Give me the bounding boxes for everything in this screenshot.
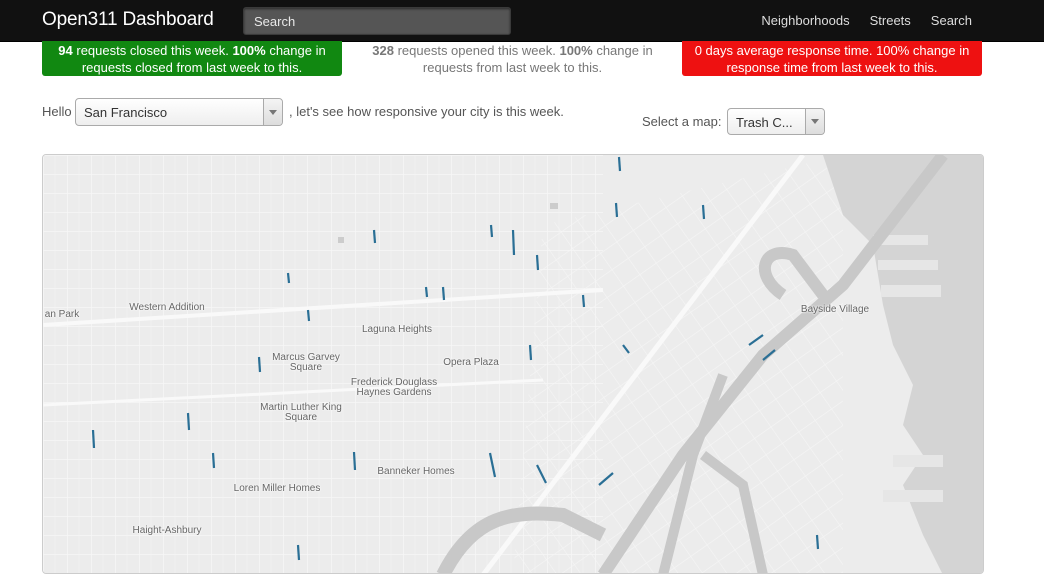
hello-label: Hello: [42, 104, 72, 119]
city-select-value: San Francisco: [84, 105, 168, 120]
requests-opened-stat: 328 requests opened this week. 100% chan…: [360, 41, 665, 76]
nav-streets-link[interactable]: Streets: [870, 13, 911, 28]
place-label: Banneker Homes: [377, 466, 455, 477]
nav-neighborhoods-link[interactable]: Neighborhoods: [761, 13, 849, 28]
place-label: an Park: [44, 309, 80, 320]
place-label: Frederick Douglass Haynes Gardens: [350, 377, 438, 398]
place-label: Martin Luther King Square: [260, 402, 342, 423]
chevron-down-icon[interactable]: [805, 109, 824, 134]
place-label: Western Addition: [129, 302, 205, 313]
requests-closed-stat: 94 requests closed this week. 100% chang…: [42, 41, 342, 76]
closed-count: 94: [58, 43, 73, 58]
city-select[interactable]: San Francisco: [75, 98, 283, 126]
closed-pct: 100%: [232, 43, 266, 58]
place-label: Opera Plaza: [443, 357, 499, 368]
nav-search-link[interactable]: Search: [931, 13, 972, 28]
closed-text-1: requests closed this week.: [72, 43, 233, 58]
place-label: Loren Miller Homes: [233, 483, 321, 494]
tagline-text: , let's see how responsive your city is …: [289, 104, 564, 119]
map-select-value: Trash C...: [736, 115, 793, 130]
place-label: Bayside Village: [800, 304, 870, 315]
map-canvas: [43, 155, 983, 573]
map-type-select[interactable]: Trash C...: [727, 108, 825, 135]
place-label: Haight-Ashbury: [132, 525, 202, 536]
search-input[interactable]: [243, 7, 511, 35]
chevron-down-icon[interactable]: [263, 99, 282, 125]
response-time-stat: 0 days average response time. 100% chang…: [682, 41, 982, 76]
brand-title[interactable]: Open311 Dashboard: [42, 9, 214, 31]
opened-pct: 100%: [559, 43, 593, 58]
map-select-label: Select a map:: [642, 114, 722, 129]
place-label: Marcus Garvey Square: [272, 352, 340, 373]
city-map[interactable]: an Park Western Addition Laguna Heights …: [42, 154, 984, 574]
opened-count: 328: [372, 43, 394, 58]
place-label: Laguna Heights: [361, 324, 433, 335]
top-navbar: Open311 Dashboard Neighborhoods Streets …: [0, 0, 1044, 42]
opened-text-1: requests opened this week.: [393, 43, 560, 58]
nav-links: Neighborhoods Streets Search: [761, 13, 972, 28]
